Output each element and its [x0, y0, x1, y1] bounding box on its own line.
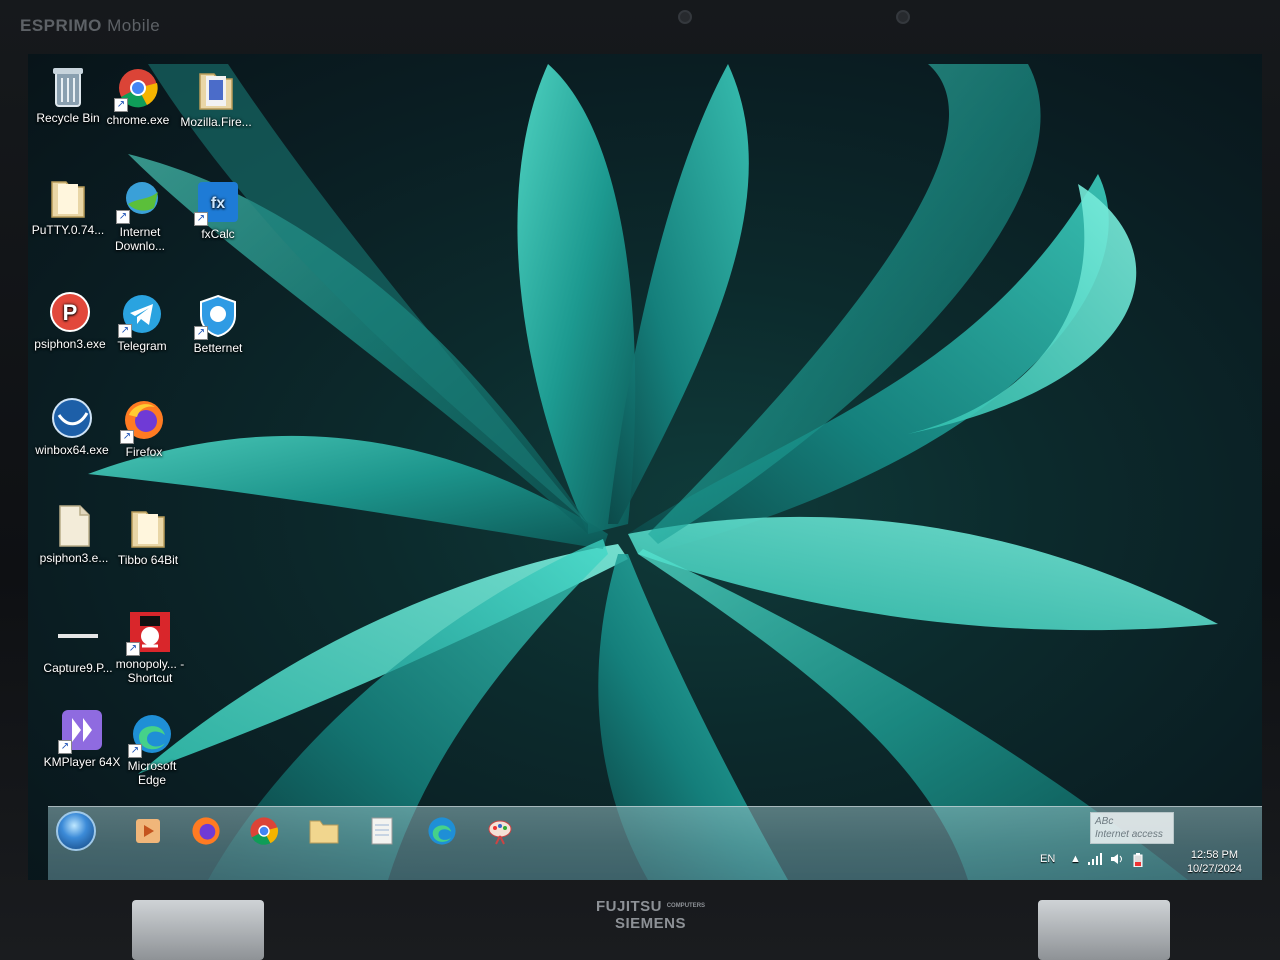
esprimo-brand: ESPRIMO Mobile: [20, 16, 161, 35]
psiphon-exe[interactable]: P psiphon3.exe: [30, 290, 110, 351]
file-icon: [52, 504, 96, 548]
shortcut-arrow-icon: ↗: [114, 98, 128, 112]
chrome-icon: [250, 817, 279, 845]
telegram-shortcut[interactable]: ↗ Telegram: [102, 292, 182, 353]
file-explorer-icon: [309, 820, 339, 844]
clock-time: 12:58 PM: [1190, 849, 1239, 861]
fujitsu-siemens-brand: FUJITSU COMPUTERS SIEMENS: [596, 898, 706, 932]
psiphon-icon: P: [48, 290, 92, 334]
paint-icon: [488, 820, 512, 845]
icon-label: KMPlayer 64X: [43, 755, 121, 769]
taskbar-edge-button[interactable]: [422, 813, 462, 849]
icon-label: Telegram: [117, 339, 167, 353]
monopoly-icon: ↗: [126, 610, 172, 656]
icon-label: psiphon3.exe: [34, 337, 106, 351]
clock-date: 10/27/2024: [1186, 863, 1242, 875]
webcam: [678, 10, 692, 24]
fxcalc-icon: fx ↗: [194, 180, 240, 226]
icon-label: PuTTY.0.74...: [31, 223, 105, 237]
taskbar-notepad-button[interactable]: [362, 813, 402, 849]
folder-icon: [126, 506, 170, 550]
show-hidden-icons-arrow[interactable]: ▲: [1070, 853, 1081, 865]
icon-label: Internet Downlo...: [114, 225, 166, 253]
chrome-icon: ↗: [114, 66, 160, 112]
network-tooltip-name: ABc: [1095, 816, 1114, 827]
winbox-icon: [50, 396, 94, 440]
recycle-bin-shortcut[interactable]: Recycle Bin: [28, 64, 108, 125]
internet-download-manager-icon: ↗: [116, 178, 162, 224]
kmplayer-shortcut[interactable]: ↗ KMPlayer 64X: [42, 708, 122, 769]
svg-text:P: P: [63, 300, 78, 325]
svg-text:fx: fx: [211, 195, 225, 212]
chrome-shortcut[interactable]: ↗ chrome.exe: [98, 66, 178, 127]
icon-label: Mozilla.Fire...: [180, 115, 252, 129]
icon-label: fxCalc: [201, 227, 235, 241]
icon-label: winbox64.exe: [35, 443, 109, 457]
icon-label: Firefox: [125, 445, 163, 459]
clock[interactable]: 12:58 PM 10/27/2024: [1187, 848, 1242, 876]
wallpaper: [88, 64, 1218, 880]
recycle-bin-icon: [46, 64, 90, 108]
volume-icon[interactable]: [1110, 853, 1124, 868]
taskbar-file-explorer-button[interactable]: [304, 813, 344, 849]
icon-label: chrome.exe: [106, 113, 170, 127]
kmplayer-icon: ↗: [58, 708, 104, 754]
system-tray: EN ▲ 12:58 PM 10/27/2024: [1022, 847, 1262, 880]
folder-icon: [194, 68, 238, 112]
firefox-icon: [192, 817, 220, 845]
taskbar-firefox-button[interactable]: [186, 813, 226, 849]
taskbar: EN ▲ 12:58 PM 10/27/2024: [48, 806, 1262, 880]
taskbar-chrome-button[interactable]: [244, 813, 284, 849]
internet-download-manager-shortcut[interactable]: ↗ Internet Downlo...: [100, 178, 180, 253]
fxcalc-shortcut[interactable]: fx ↗ fxCalc: [178, 180, 258, 241]
hinge-left: [132, 900, 264, 960]
mozilla-folder[interactable]: Mozilla.Fire...: [176, 68, 256, 129]
telegram-icon: ↗: [118, 292, 164, 338]
network-tooltip-status: Internet access: [1095, 829, 1163, 840]
psiphon-file-shortcut[interactable]: psiphon3.e...: [34, 504, 114, 565]
firefox-icon: ↗: [120, 398, 166, 444]
icon-label: Recycle Bin: [36, 111, 100, 125]
icon-label: Capture9.P...: [43, 661, 113, 675]
windows-start-icon[interactable]: [56, 811, 96, 851]
edge-icon: ↗: [128, 712, 174, 758]
notepad-icon: [371, 817, 393, 845]
taskbar-media-player-button[interactable]: [128, 813, 168, 849]
shortcut-arrow-icon: ↗: [58, 740, 72, 754]
taskbar-paint-button[interactable]: [480, 813, 520, 849]
icon-label: Tibbo 64Bit: [117, 553, 179, 567]
hinge-right: [1038, 900, 1170, 960]
battery-warning-icon[interactable]: [1132, 853, 1144, 870]
edge-shortcut[interactable]: ↗ Microsoft Edge: [112, 712, 192, 787]
tibbo-folder[interactable]: Tibbo 64Bit: [108, 506, 188, 567]
shortcut-arrow-icon: ↗: [194, 212, 208, 226]
betternet-icon: ↗: [194, 294, 240, 340]
winbox-exe[interactable]: winbox64.exe: [32, 396, 112, 457]
shortcut-arrow-icon: ↗: [116, 210, 130, 224]
firefox-shortcut[interactable]: ↗ Firefox: [104, 398, 184, 459]
icon-label: psiphon3.e...: [39, 551, 109, 565]
folder-icon: [46, 176, 90, 220]
shortcut-arrow-icon: ↗: [120, 430, 134, 444]
icon-label: monopoly... - Shortcut: [115, 657, 185, 685]
capture-file[interactable]: Capture9.P...: [38, 614, 118, 675]
network-signal-icon[interactable]: [1088, 853, 1102, 868]
icon-label: Betternet: [193, 341, 243, 355]
network-tooltip: ABc Internet access: [1090, 812, 1174, 844]
media-player-icon: [136, 819, 160, 843]
monopoly-shortcut[interactable]: ↗ monopoly... - Shortcut: [110, 610, 190, 685]
putty-folder[interactable]: PuTTY.0.74...: [28, 176, 108, 237]
edge-icon: [428, 817, 456, 845]
language-indicator[interactable]: EN: [1040, 853, 1055, 865]
laptop-bezel: ESPRIMO Mobile Recycle Bin PuTTY.0.74...…: [0, 0, 1280, 960]
desktop-screen: Recycle Bin PuTTY.0.74... P psiphon3.exe…: [28, 54, 1262, 880]
betternet-shortcut[interactable]: ↗ Betternet: [178, 294, 258, 355]
shortcut-arrow-icon: ↗: [126, 642, 140, 656]
shortcut-arrow-icon: ↗: [118, 324, 132, 338]
shortcut-arrow-icon: ↗: [194, 326, 208, 340]
shortcut-arrow-icon: ↗: [128, 744, 142, 758]
sensor: [896, 10, 910, 24]
icon-label: Microsoft Edge: [127, 759, 177, 787]
image-file-icon: [56, 614, 100, 658]
